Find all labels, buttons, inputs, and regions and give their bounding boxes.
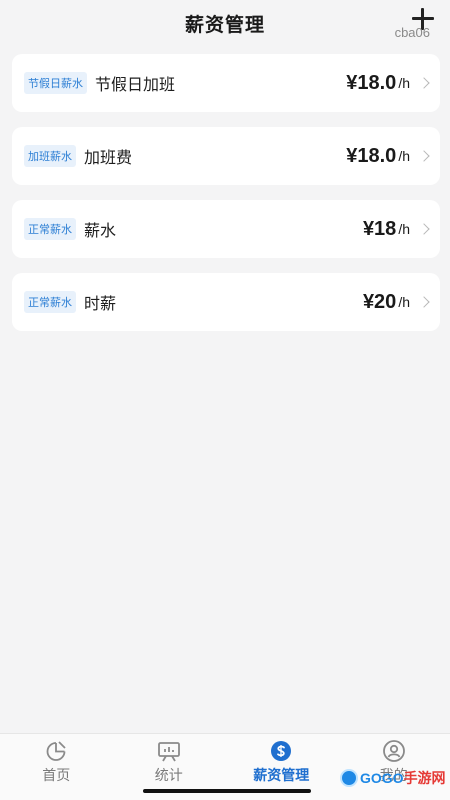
salary-item-hourly[interactable]: 正常薪水 时薪 ¥20 /h — [12, 273, 440, 331]
salary-amount: ¥18.0 — [346, 71, 397, 94]
tab-profile[interactable]: 我的 — [338, 734, 450, 800]
watermark-logo: GOGO 手游网 — [340, 768, 446, 788]
salary-item-overtime[interactable]: 加班薪水 加班费 ¥18.0 /h — [12, 127, 440, 185]
salary-type-badge: 正常薪水 — [24, 291, 76, 313]
salary-list: 节假日薪水 节假日加班 ¥18.0 /h 加班薪水 加班费 ¥18.0 /h 正… — [12, 54, 440, 346]
salary-item-regular[interactable]: 正常薪水 薪水 ¥18 /h — [12, 200, 440, 258]
top-bar: 薪资管理 cba06 — [0, 0, 450, 46]
salary-unit: /h — [398, 221, 410, 237]
salary-type-badge: 加班薪水 — [24, 145, 76, 167]
salary-amount: ¥20 — [362, 290, 397, 313]
watermark-cn: 手游网 — [403, 771, 446, 787]
user-tag: cba06 — [394, 25, 430, 40]
salary-amount: ¥18 — [362, 217, 397, 240]
salary-item-name: 加班费 — [84, 148, 133, 167]
chevron-right-icon — [418, 296, 430, 308]
salary-type-badge: 节假日薪水 — [24, 72, 87, 94]
salary-amount: ¥18.0 — [346, 144, 397, 167]
salary-unit: /h — [398, 294, 410, 310]
tab-label: 统计 — [154, 768, 183, 784]
watermark-icon — [340, 769, 358, 787]
salary-unit: /h — [398, 75, 410, 91]
salary-item-name: 时薪 — [84, 294, 117, 313]
tab-label: 首页 — [42, 768, 71, 784]
salary-type-badge: 正常薪水 — [24, 218, 76, 240]
tab-label: 薪资管理 — [253, 768, 310, 784]
home-indicator — [143, 789, 311, 793]
salary-item-holiday-overtime[interactable]: 节假日薪水 节假日加班 ¥18.0 /h — [12, 54, 440, 112]
page-title: 薪资管理 — [184, 13, 265, 36]
salary-unit: /h — [398, 148, 410, 164]
chevron-right-icon — [418, 223, 430, 235]
salary-item-name: 薪水 — [84, 221, 117, 240]
chevron-right-icon — [418, 77, 430, 89]
statistics-icon — [157, 742, 180, 762]
salary-icon — [271, 741, 292, 761]
profile-icon — [382, 740, 405, 762]
chevron-right-icon — [418, 150, 430, 162]
salary-item-name: 节假日加班 — [95, 75, 176, 94]
tab-home[interactable]: 首页 — [0, 734, 113, 800]
home-chart-icon — [46, 741, 66, 761]
watermark-text: GOGO — [360, 770, 404, 786]
